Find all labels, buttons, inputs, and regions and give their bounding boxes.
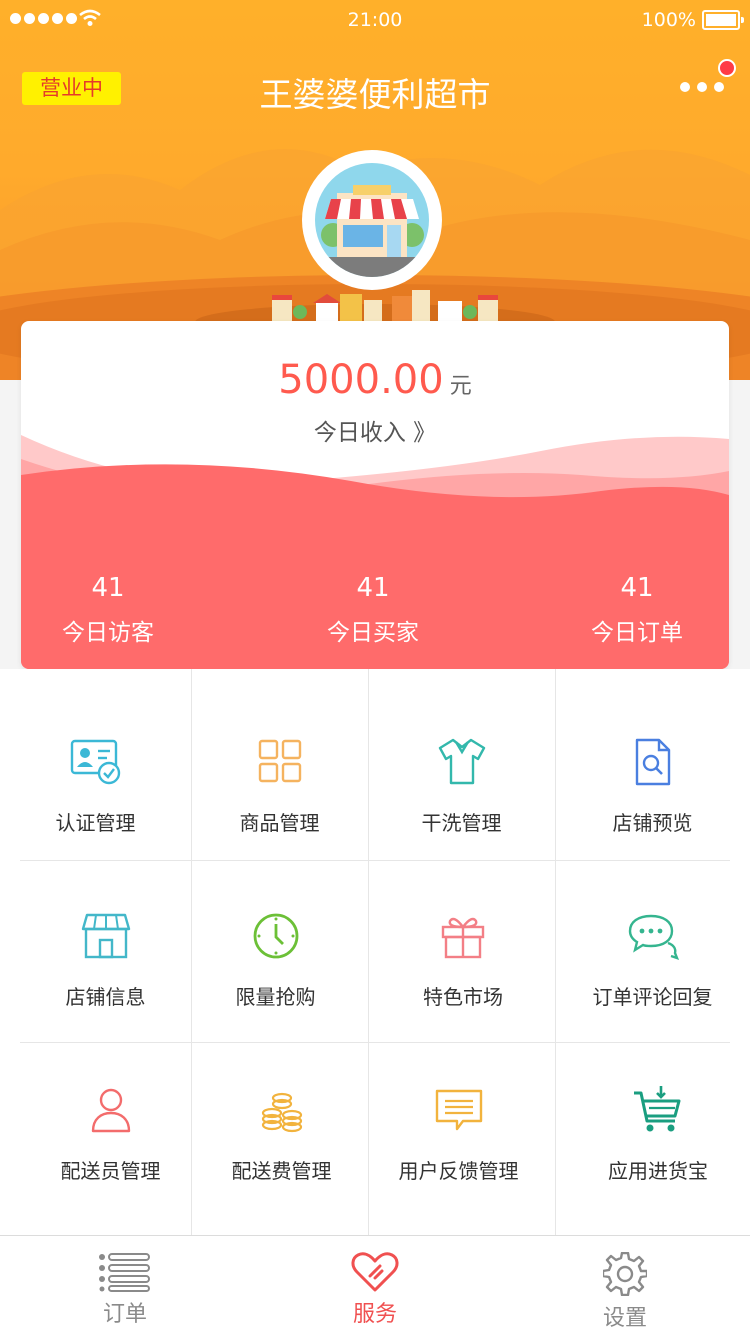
stat-visitors[interactable]: 41 今日访客: [21, 573, 208, 647]
cart-icon: [634, 1086, 681, 1132]
stat-orders-label: 今日订单: [591, 620, 683, 646]
menu-item-store-info[interactable]: 店铺信息: [0, 909, 211, 1010]
status-time: 21:00: [347, 9, 403, 31]
document-search-icon: [635, 738, 670, 786]
menu-label: 干洗管理: [421, 811, 502, 835]
menu-item-dry-cleaning[interactable]: 干洗管理: [368, 735, 555, 836]
income-card[interactable]: 5000.00 元 今日收入 》 41 今日访客 41 今日买家 41 今日订单: [21, 321, 729, 669]
stat-buyers-value: 41: [356, 573, 390, 603]
service-menu-grid: 认证管理 商品管理 干洗管理 店铺预览 店铺信息 限量抢购 特色市场 订单评论回…: [0, 669, 750, 1235]
gear-icon: [603, 1252, 647, 1296]
menu-item-courier-management[interactable]: 配送员管理: [0, 1083, 221, 1184]
tab-settings[interactable]: 设置: [550, 1236, 700, 1335]
menu-item-specialty-market[interactable]: 特色市场: [368, 909, 558, 1010]
coins-icon: [261, 1092, 302, 1133]
store-avatar[interactable]: [302, 150, 442, 290]
menu-item-products[interactable]: 商品管理: [191, 735, 368, 836]
more-menu-icon[interactable]: [680, 82, 724, 92]
menu-label: 店铺信息: [65, 985, 146, 1009]
chat-bubbles-icon: [628, 914, 679, 960]
battery-percent: 100%: [641, 9, 696, 31]
menu-label: 应用进货宝: [608, 1159, 708, 1183]
id-card-check-icon: [70, 739, 120, 785]
status-bar: 21:00 100%: [0, 0, 750, 40]
income-amount-value: 5000.00: [278, 357, 444, 403]
grid-icon: [258, 739, 301, 783]
menu-label: 商品管理: [239, 811, 320, 835]
menu-label: 配送员管理: [60, 1159, 161, 1183]
menu-label: 配送费管理: [231, 1159, 332, 1183]
stat-buyers[interactable]: 41 今日买家: [273, 573, 473, 647]
clock-icon: [253, 913, 298, 959]
menu-label: 限量抢购: [235, 985, 316, 1009]
menu-item-stock-app[interactable]: 应用进货宝: [555, 1083, 750, 1184]
menu-label: 店铺预览: [612, 811, 693, 835]
tab-services[interactable]: 服务: [300, 1236, 450, 1335]
tab-label: 服务: [352, 1302, 397, 1327]
store-name-title: 王婆婆便利超市: [259, 75, 491, 114]
today-income-link[interactable]: 今日收入 》: [21, 413, 729, 447]
list-icon: [99, 1253, 150, 1292]
storefront-icon: [81, 913, 130, 959]
store-building-icon: [315, 185, 429, 277]
menu-label: 认证管理: [55, 811, 136, 835]
menu-item-store-preview[interactable]: 店铺预览: [555, 735, 750, 836]
menu-label: 特色市场: [423, 985, 503, 1009]
gift-icon: [441, 917, 485, 959]
heart-icon: [351, 1252, 399, 1292]
menu-label: 用户反馈管理: [398, 1159, 519, 1183]
tab-orders[interactable]: 订单: [50, 1236, 200, 1335]
tab-label: 设置: [602, 1306, 647, 1331]
stat-orders-value: 41: [620, 573, 654, 603]
message-icon: [435, 1089, 482, 1131]
stat-orders[interactable]: 41 今日订单: [537, 573, 729, 647]
menu-item-order-review-reply[interactable]: 订单评论回复: [555, 909, 750, 1010]
tab-label: 订单: [102, 1302, 147, 1327]
battery-status: 100%: [641, 9, 744, 31]
notification-dot: [718, 59, 736, 77]
person-icon: [91, 1088, 130, 1133]
stat-visitors-value: 41: [91, 573, 125, 603]
battery-icon: [702, 10, 744, 30]
menu-item-delivery-fee[interactable]: 配送费管理: [191, 1083, 372, 1184]
stat-buyers-label: 今日买家: [327, 620, 419, 646]
shirt-icon: [438, 738, 485, 785]
menu-item-user-feedback[interactable]: 用户反馈管理: [368, 1083, 549, 1184]
menu-item-certification[interactable]: 认证管理: [0, 735, 191, 836]
menu-item-flash-sale[interactable]: 限量抢购: [191, 909, 360, 1010]
income-amount-unit: 元: [449, 374, 472, 399]
stat-visitors-label: 今日访客: [62, 620, 154, 646]
bottom-tab-bar: 订单 服务 设置: [0, 1235, 750, 1335]
menu-label: 订单评论回复: [592, 985, 713, 1009]
income-amount: 5000.00 元: [21, 357, 729, 403]
